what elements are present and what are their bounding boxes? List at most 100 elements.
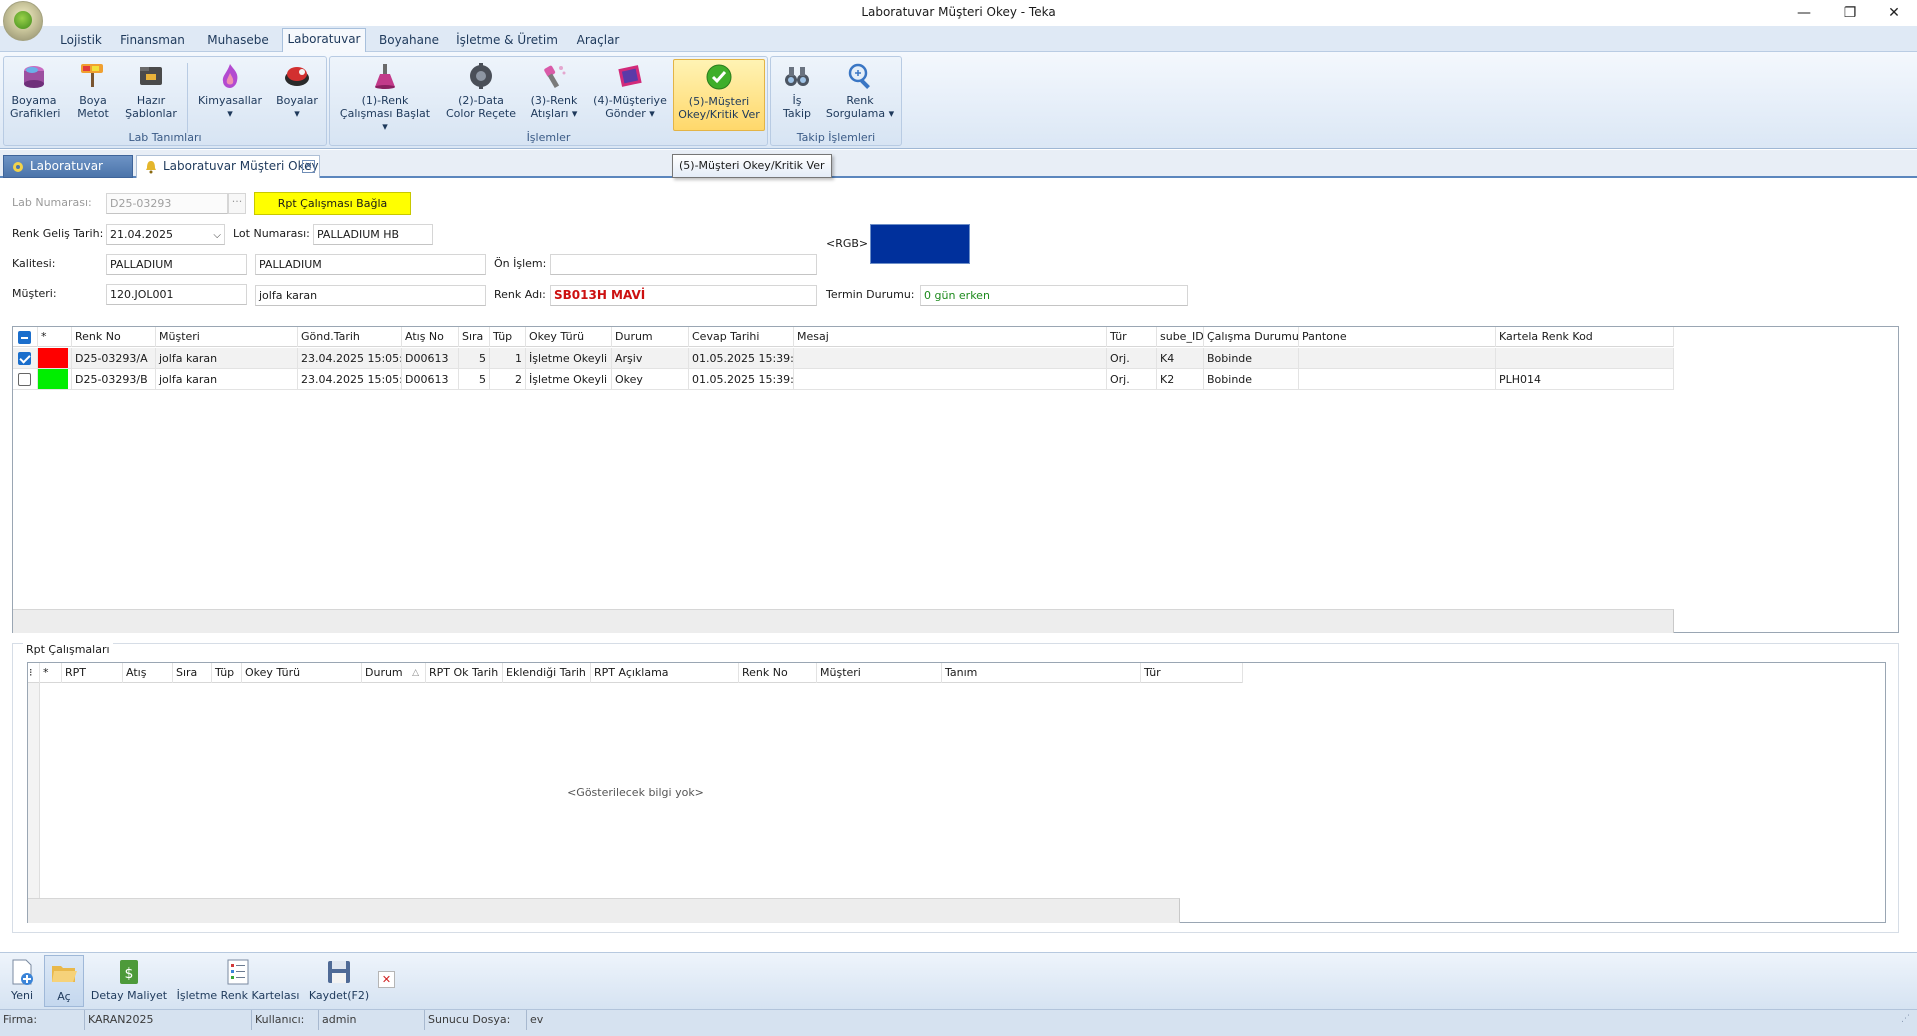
cell-mesaj[interactable] bbox=[794, 348, 1107, 369]
boya-metot-button[interactable]: Boya Metot bbox=[72, 59, 114, 131]
on-islem-field[interactable] bbox=[550, 254, 817, 275]
musteri-code-field[interactable]: 120.JOL001 bbox=[106, 284, 247, 305]
musteri-name-field[interactable]: jolfa karan bbox=[255, 285, 486, 306]
lab-no-browse-button[interactable]: ··· bbox=[228, 193, 246, 214]
col-header-rpt-aciklama[interactable]: RPT Açıklama bbox=[591, 663, 739, 683]
termin-durumu-field[interactable]: 0 gün erken bbox=[920, 285, 1188, 306]
tab-muhasebe[interactable]: Muhasebe bbox=[203, 30, 273, 52]
col-header-kartela-renk-kod[interactable]: Kartela Renk Kod bbox=[1496, 327, 1674, 347]
col-header-musteri[interactable]: Müşteri bbox=[817, 663, 942, 683]
cell-tup[interactable]: 2 bbox=[490, 369, 526, 390]
minimize-button[interactable]: — bbox=[1784, 2, 1824, 24]
col-header-durum[interactable]: Durum bbox=[612, 327, 689, 347]
cell-gond-tarih[interactable]: 23.04.2025 15:05:53 bbox=[298, 369, 402, 390]
table-row[interactable]: D25-03293/B jolfa karan 23.04.2025 15:05… bbox=[13, 369, 1674, 390]
col-header-pantone[interactable]: Pantone bbox=[1299, 327, 1496, 347]
cell-cevap-tarihi[interactable]: 01.05.2025 15:39:42 bbox=[689, 348, 794, 369]
cell-musteri[interactable]: jolfa karan bbox=[156, 348, 298, 369]
cell-kartela[interactable]: PLH014 bbox=[1496, 369, 1674, 390]
col-header-okey-turu[interactable]: Okey Türü bbox=[242, 663, 362, 683]
cell-calisma-durumu[interactable]: Bobinde bbox=[1204, 348, 1299, 369]
grid-horizontal-scrollbar[interactable] bbox=[13, 609, 1674, 633]
tab-lojistik[interactable]: Lojistik bbox=[56, 30, 106, 52]
cell-sube-id[interactable]: K2 bbox=[1157, 369, 1204, 390]
app-menu-orb-icon[interactable] bbox=[3, 1, 43, 41]
cell-sira[interactable]: 5 bbox=[459, 369, 490, 390]
hazir-sablonlar-button[interactable]: Hazır Şablonlar bbox=[122, 59, 180, 131]
cell-musteri[interactable]: jolfa karan bbox=[156, 369, 298, 390]
cell-okey-turu[interactable]: İşletme Okeyli bbox=[526, 348, 612, 369]
tab-araclar[interactable]: Araçlar bbox=[570, 30, 626, 52]
cell-sira[interactable]: 5 bbox=[459, 348, 490, 369]
cell-renk-no[interactable]: D25-03293/A bbox=[72, 348, 156, 369]
chevron-down-icon[interactable]: ⌵ bbox=[213, 226, 221, 245]
close-window-button[interactable]: ✕ bbox=[1874, 2, 1914, 24]
tab-finansman[interactable]: Finansman bbox=[120, 30, 185, 52]
col-header-rpt[interactable]: RPT bbox=[62, 663, 123, 683]
col-header-atis-no[interactable]: Atış No bbox=[402, 327, 459, 347]
col-header-tanim[interactable]: Tanım bbox=[942, 663, 1141, 683]
cell-tur[interactable]: Orj. bbox=[1107, 369, 1157, 390]
col-header-tup[interactable]: Tüp bbox=[490, 327, 526, 347]
row-checkbox[interactable] bbox=[18, 352, 31, 365]
cell-pantone[interactable] bbox=[1299, 369, 1496, 390]
lab-no-field[interactable]: D25-03293 bbox=[106, 193, 228, 214]
cell-mesaj[interactable] bbox=[794, 369, 1107, 390]
tab-boyahane[interactable]: Boyahane bbox=[376, 30, 442, 52]
musteri-okey-kritik-button[interactable]: (5)-Müşteri Okey/Kritik Ver bbox=[673, 59, 765, 131]
doc-tab-laboratuvar-musteri-okey[interactable]: Laboratuvar Müşteri Okey ✕ bbox=[136, 155, 320, 178]
col-header-star[interactable]: * bbox=[38, 327, 72, 347]
col-header-star[interactable]: * bbox=[40, 663, 62, 683]
col-header-okey-turu[interactable]: Okey Türü bbox=[526, 327, 612, 347]
restore-button[interactable]: ❐ bbox=[1830, 2, 1870, 24]
detay-maliyet-button[interactable]: $ Detay Maliyet bbox=[90, 955, 168, 1007]
close-form-button[interactable]: ✕ bbox=[378, 971, 395, 988]
col-header-tur[interactable]: Tür bbox=[1141, 663, 1243, 683]
col-header-tur[interactable]: Tür bbox=[1107, 327, 1157, 347]
col-header-mesaj[interactable]: Mesaj bbox=[794, 327, 1107, 347]
isletme-renk-kartelasi-button[interactable]: İşletme Renk Kartelası bbox=[176, 955, 300, 1007]
table-row[interactable]: D25-03293/A jolfa karan 23.04.2025 15:05… bbox=[13, 348, 1674, 369]
col-header-tup[interactable]: Tüp bbox=[212, 663, 242, 683]
rpt-calismasi-bagla-button[interactable]: Rpt Çalışması Bağla bbox=[254, 192, 411, 215]
col-header-cevap-tarihi[interactable]: Cevap Tarihi bbox=[689, 327, 794, 347]
renk-calismasi-baslat-button[interactable]: (1)-Renk Çalışması Başlat ▾ bbox=[336, 59, 434, 133]
kaydet-button[interactable]: Kaydet(F2) bbox=[308, 955, 370, 1007]
cell-atis-no[interactable]: D00613 bbox=[402, 348, 459, 369]
cell-okey-turu[interactable]: İşletme Okeyli bbox=[526, 369, 612, 390]
row-select-cell[interactable] bbox=[13, 369, 38, 390]
cell-kartela[interactable] bbox=[1496, 348, 1674, 369]
close-tab-icon[interactable]: ✕ bbox=[302, 160, 315, 173]
is-takip-button[interactable]: İş Takip bbox=[777, 59, 817, 131]
doc-tab-laboratuvar-atislar[interactable]: Laboratuvar Atışlar bbox=[3, 155, 133, 194]
boyalar-button[interactable]: Boyalar ▾ bbox=[272, 59, 322, 131]
data-color-recete-button[interactable]: (2)-Data Color Reçete bbox=[445, 59, 517, 131]
tab-isletme-uretim[interactable]: İşletme & Üretim bbox=[455, 30, 559, 52]
col-header-renk-no[interactable]: Renk No bbox=[72, 327, 156, 347]
col-header-sira[interactable]: Sıra bbox=[459, 327, 490, 347]
col-header-musteri[interactable]: Müşteri bbox=[156, 327, 298, 347]
lot-no-field[interactable]: PALLADIUM HB bbox=[313, 224, 433, 245]
row-indicator-header[interactable]: ⁝ bbox=[28, 663, 40, 683]
col-header-sube-id[interactable]: sube_ID bbox=[1157, 327, 1204, 347]
kalite-code-field[interactable]: PALLADIUM bbox=[106, 254, 247, 275]
cell-calisma-durumu[interactable]: Bobinde bbox=[1204, 369, 1299, 390]
select-all-checkbox[interactable] bbox=[18, 331, 31, 344]
cell-gond-tarih[interactable]: 23.04.2025 15:05:53 bbox=[298, 348, 402, 369]
cell-durum[interactable]: Arşiv bbox=[612, 348, 689, 369]
col-header-rpt-ok-tarih[interactable]: RPT Ok Tarih bbox=[426, 663, 503, 683]
kimyasallar-button[interactable]: Kimyasallar ▾ bbox=[194, 59, 266, 131]
col-header-eklendigi-tarih[interactable]: Eklendiği Tarih bbox=[503, 663, 591, 683]
col-header-gond-tarih[interactable]: Gönd.Tarih bbox=[298, 327, 402, 347]
resize-grip-icon[interactable]: ⋰ bbox=[1901, 1014, 1913, 1026]
tab-laboratuvar[interactable]: Laboratuvar bbox=[282, 28, 366, 53]
cell-tur[interactable]: Orj. bbox=[1107, 348, 1157, 369]
row-select-cell[interactable] bbox=[13, 348, 38, 369]
row-checkbox[interactable] bbox=[18, 373, 31, 386]
select-all-header[interactable] bbox=[13, 327, 38, 347]
cell-sube-id[interactable]: K4 bbox=[1157, 348, 1204, 369]
col-header-calisma-durumu[interactable]: Çalışma Durumu bbox=[1204, 327, 1299, 347]
col-header-sira[interactable]: Sıra bbox=[173, 663, 212, 683]
kalite-name-field[interactable]: PALLADIUM bbox=[255, 254, 486, 275]
ac-button[interactable]: Aç bbox=[44, 955, 84, 1007]
